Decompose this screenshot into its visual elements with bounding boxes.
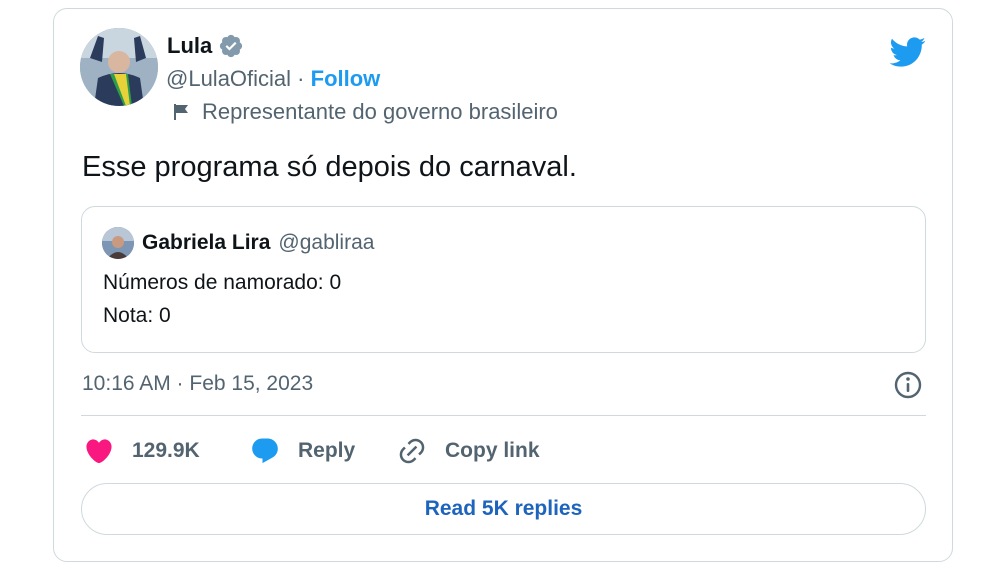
twitter-bird-icon[interactable] [888,33,926,71]
quoted-tweet[interactable]: Gabriela Lira @gabliraa Números de namor… [81,206,926,353]
reply-label: Reply [298,439,356,462]
link-icon [397,436,427,466]
verified-badge-icon [218,33,244,59]
reply-button[interactable]: Reply [250,434,355,468]
flag-icon [172,102,192,122]
author-name[interactable]: Lula [167,33,212,59]
info-icon[interactable] [892,369,924,401]
heart-icon [84,436,114,466]
affiliation-label-row: Representante do governo brasileiro [172,99,558,125]
tweet-embed-card: Lula @LulaOficial · Follow Representante… [53,8,953,562]
copy-link-button[interactable]: Copy link [397,434,540,468]
like-count: 129.9K [132,439,200,462]
quoted-author-name[interactable]: Gabriela Lira [142,231,270,255]
author-handle-row: @LulaOficial · Follow [166,66,380,92]
reply-bubble-icon [250,436,280,466]
handle-separator: · [291,66,311,91]
author-handle[interactable]: @LulaOficial [166,66,291,91]
read-replies-button[interactable]: Read 5K replies [81,483,926,535]
author-name-row: Lula [167,33,244,59]
copy-link-label: Copy link [445,439,540,462]
tweet-timestamp[interactable]: 10:16 AM · Feb 15, 2023 [82,372,313,396]
read-replies-label: Read 5K replies [424,497,583,520]
like-button[interactable]: 129.9K [84,434,200,468]
affiliation-label: Representante do governo brasileiro [202,99,558,124]
tweet-text: Esse programa só depois do carnaval. [82,151,577,183]
follow-link[interactable]: Follow [311,66,381,91]
divider [81,415,926,416]
quoted-tweet-line: Nota: 0 [103,304,171,327]
quoted-tweet-line: Números de namorado: 0 [103,271,342,294]
quoted-tweet-header: Gabriela Lira @gabliraa [102,227,374,259]
quoted-author-avatar[interactable] [102,227,134,259]
quoted-author-handle[interactable]: @gabliraa [278,231,374,255]
author-avatar[interactable] [80,28,158,106]
